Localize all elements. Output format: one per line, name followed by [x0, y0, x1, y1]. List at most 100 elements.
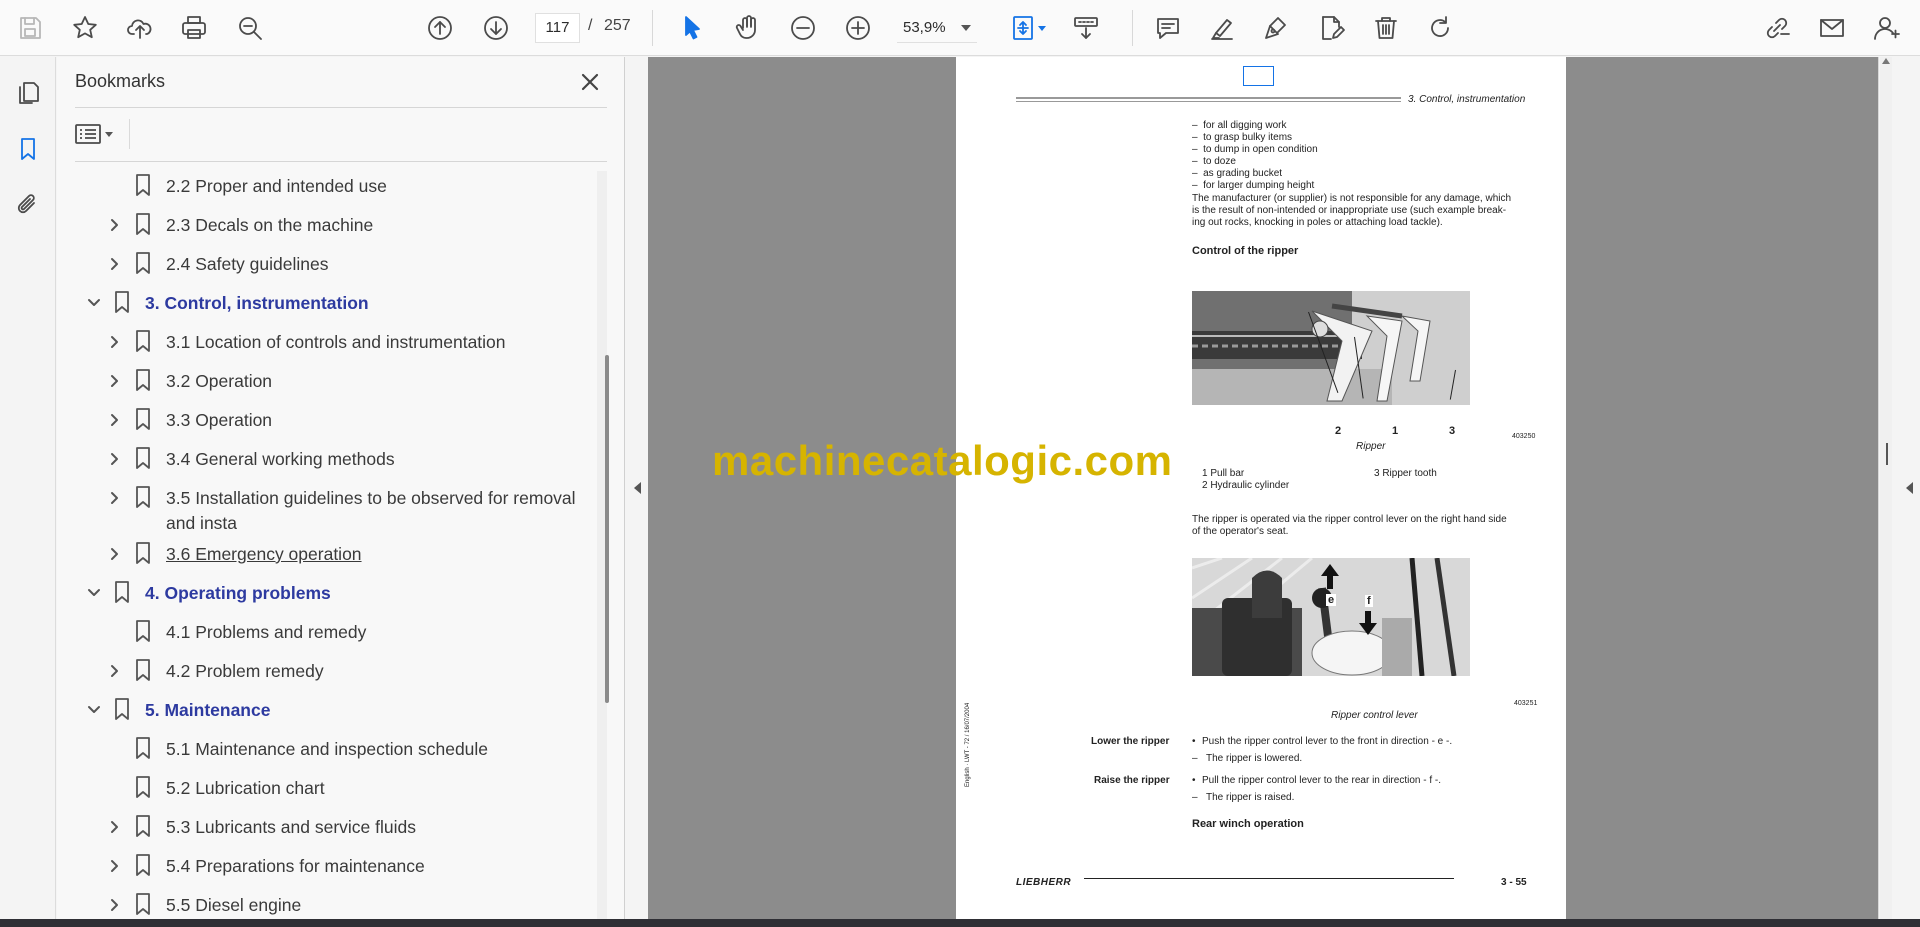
- hand-icon[interactable]: [728, 8, 768, 48]
- chevron-right-icon[interactable]: [108, 545, 122, 560]
- figure-caption-ripper: Ripper: [1356, 441, 1386, 452]
- page-number-input[interactable]: 117: [535, 13, 580, 43]
- bullet-text: for larger dumping height: [1203, 180, 1315, 191]
- chevron-right-icon[interactable]: [108, 372, 122, 387]
- account-icon[interactable]: [1866, 8, 1906, 48]
- bookmark-label: 4.2 Problem remedy: [166, 661, 324, 681]
- fit-page-icon[interactable]: [1000, 8, 1048, 48]
- figure-label-1: 1: [1392, 425, 1399, 437]
- page-thumbnails-icon[interactable]: [10, 75, 46, 111]
- chevron-right-icon[interactable]: [108, 662, 122, 677]
- email-icon[interactable]: [1812, 8, 1852, 48]
- chevron-right-icon[interactable]: [108, 857, 122, 872]
- close-panel-button[interactable]: [574, 66, 606, 98]
- chevron-right-icon[interactable]: [108, 818, 122, 833]
- bookmark-label: 3. Control, instrumentation: [145, 293, 369, 313]
- bookmark-icon: [113, 290, 131, 314]
- dash-marker: –: [1192, 168, 1204, 179]
- disclaimer-line: The manufacturer (or supplier) is not re…: [1192, 193, 1512, 204]
- rotate-icon[interactable]: [1420, 8, 1460, 48]
- panel-splitter[interactable]: [1886, 443, 1888, 465]
- select-cursor-icon[interactable]: [672, 8, 712, 48]
- comment-icon[interactable]: [1148, 8, 1188, 48]
- close-icon: [581, 73, 599, 91]
- zoom-level-value: 53,9%: [903, 19, 946, 36]
- chevron-down-icon[interactable]: [87, 584, 101, 598]
- page-up-icon[interactable]: [420, 8, 460, 48]
- dash-marker: –: [1192, 144, 1204, 155]
- sign-icon[interactable]: [1256, 8, 1296, 48]
- step-raise: Pull the ripper control lever to the rea…: [1202, 775, 1441, 786]
- triangle-left-icon: [1906, 482, 1913, 494]
- edit-pdf-icon[interactable]: [1312, 8, 1352, 48]
- print-icon[interactable]: [174, 8, 214, 48]
- bookmark-options-button[interactable]: [75, 119, 123, 149]
- disclaimer-line: ing out rocks, knocking in poles or atta…: [1192, 217, 1443, 228]
- save-icon[interactable]: [10, 8, 50, 48]
- dash-marker: –: [1192, 132, 1204, 143]
- chevron-right-icon[interactable]: [108, 450, 122, 465]
- header-rule: [1016, 101, 1401, 102]
- dash-marker: –: [1192, 156, 1204, 167]
- bookmark-label: 5.5 Diesel engine: [166, 895, 302, 915]
- toolbar-divider: [129, 119, 130, 149]
- bookmark-star-icon[interactable]: [65, 8, 105, 48]
- step-label-raise: Raise the ripper: [1094, 775, 1170, 786]
- upload-icon[interactable]: [120, 8, 160, 48]
- bookmark-icon: [134, 212, 152, 236]
- side-margin-text: English · LWT - 72 / 16/07/2004: [965, 702, 971, 787]
- bookmark-icon: [134, 485, 152, 509]
- bullet-item: – for all digging work: [1192, 120, 1287, 132]
- bookmark-icon: [134, 173, 152, 197]
- chevron-right-icon[interactable]: [108, 896, 122, 911]
- bullet-text: for all digging work: [1203, 120, 1287, 131]
- bookmark-label: 3.3 Operation: [166, 410, 273, 430]
- chevron-right-icon[interactable]: [108, 411, 122, 426]
- expand-right-panel-handle[interactable]: [1903, 480, 1915, 496]
- scroll-up-arrow-icon[interactable]: [1882, 58, 1890, 64]
- list-options-icon: [75, 124, 101, 144]
- bookmark-icon: [113, 697, 131, 721]
- chevron-down-icon[interactable]: [87, 294, 101, 308]
- legend-item: 2 Hydraulic cylinder: [1202, 480, 1290, 491]
- bookmarks-panel-icon[interactable]: [10, 131, 46, 167]
- zoom-in-icon[interactable]: [838, 8, 878, 48]
- selection-box: [1243, 66, 1274, 86]
- legend-item: 1 Pull bar: [1202, 468, 1245, 479]
- figure-label-3: 3: [1449, 425, 1456, 437]
- delete-icon[interactable]: [1366, 8, 1406, 48]
- zoom-out-icon[interactable]: [783, 8, 823, 48]
- chevron-right-icon[interactable]: [108, 216, 122, 231]
- page-total: 257: [604, 17, 631, 34]
- header-rule: [1016, 97, 1401, 99]
- description-line: of the operator's seat.: [1192, 526, 1289, 537]
- panel-title: Bookmarks: [75, 71, 166, 91]
- section-heading-winch: Rear winch operation: [1192, 818, 1304, 830]
- document-scrollbar-track[interactable]: [1880, 57, 1892, 919]
- ripper-photo: [1192, 291, 1470, 405]
- bookmark-label: 4. Operating problems: [145, 583, 331, 603]
- toolbar-divider: [1132, 10, 1133, 46]
- section-heading-ripper: Control of the ripper: [1192, 245, 1299, 257]
- bookmark-scrollbar-thumb[interactable]: [605, 355, 609, 703]
- result-dash: –: [1192, 753, 1198, 764]
- zoom-level-dropdown[interactable]: 53,9%: [897, 13, 977, 43]
- share-link-icon[interactable]: [1757, 8, 1797, 48]
- step-label-lower: Lower the ripper: [1091, 736, 1170, 747]
- result-lower: The ripper is lowered.: [1206, 753, 1303, 764]
- chevron-right-icon[interactable]: [108, 489, 122, 504]
- disclaimer-line: is the result of non-intended or inappro…: [1192, 205, 1507, 216]
- chevron-right-icon[interactable]: [108, 255, 122, 270]
- direction-label-e: e: [1326, 594, 1337, 606]
- scroll-mode-icon[interactable]: [1066, 8, 1106, 48]
- triangle-left-icon: [634, 482, 641, 494]
- panel-divider: [75, 107, 607, 108]
- chevron-down-icon[interactable]: [87, 701, 101, 715]
- chevron-right-icon[interactable]: [108, 333, 122, 348]
- collapse-panel-handle[interactable]: [631, 480, 643, 496]
- pdf-page[interactable]: 3. Control, instrumentation Control of t…: [956, 57, 1566, 919]
- highlight-icon[interactable]: [1202, 8, 1242, 48]
- page-down-icon[interactable]: [476, 8, 516, 48]
- attachments-icon[interactable]: [10, 187, 46, 223]
- search-zoom-icon[interactable]: [230, 8, 270, 48]
